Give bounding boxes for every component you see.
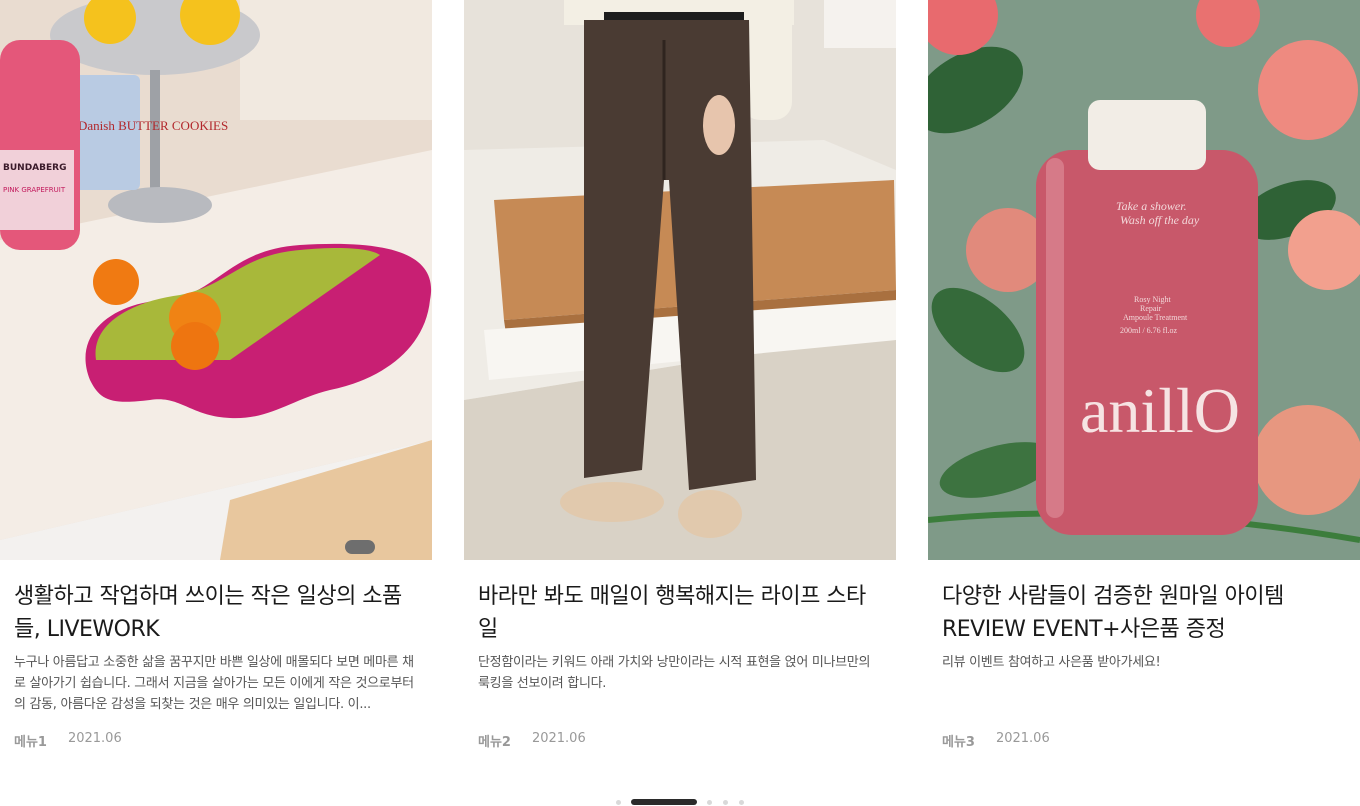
card-date: 2021.06 [531,731,586,746]
card-liveWork[interactable]: Danish BUTTER COOKIES BUNDABERG PINK GRA… [0,0,432,780]
card-description: 누구나 아름답고 소중한 삶을 꿈꾸지만 바쁜 일상에 매몰되다 보면 메마른 … [14,655,414,712]
svg-text:anillO: anillO [1080,375,1240,446]
card-meta: 메뉴2 2021.06 [478,731,882,750]
card-slider: Danish BUTTER COOKIES BUNDABERG PINK GRA… [0,0,1360,806]
card-thumbnail[interactable]: Danish BUTTER COOKIES BUNDABERG PINK GRA… [0,0,432,560]
trousers-photo [464,0,896,560]
svg-text:BUNDABERG: BUNDABERG [3,163,66,173]
svg-text:Ampoule Treatment: Ampoule Treatment [1123,313,1188,322]
card-title[interactable]: 바라만 봐도 매일이 행복해지는 라이프 스타일 [478,580,882,646]
card-menu-label: 메뉴2 [478,735,511,750]
card-date: 2021.06 [995,731,1050,746]
pagination-dot[interactable] [707,800,712,805]
card-meta: 메뉴3 2021.06 [942,731,1346,750]
card-lifestyle[interactable]: 바라만 봐도 매일이 행복해지는 라이프 스타일 단정함이라는 키워드 아래 가… [464,0,896,780]
card-title[interactable]: 다양한 사람들이 검증한 원마일 아이템 REVIEW EVENT+사은품 증정 [942,580,1346,646]
card-review-event[interactable]: Take a shower. Wash off the day Rosy Nig… [928,0,1360,780]
card-description: 단정함이라는 키워드 아래 가치와 낭만이라는 시적 표현을 얹어 미나브만의 … [478,655,871,691]
svg-text:200ml / 6.76 fl.oz: 200ml / 6.76 fl.oz [1120,326,1178,335]
slider-pagination [0,798,1360,806]
body-wash-bottle-photo: Take a shower. Wash off the day Rosy Nig… [928,0,1360,560]
svg-text:Danish BUTTER COOKIES: Danish BUTTER COOKIES [78,118,228,133]
pagination-dot[interactable] [616,800,621,805]
tufted-rug-photo: Danish BUTTER COOKIES BUNDABERG PINK GRA… [0,0,432,560]
card-date: 2021.06 [67,731,122,746]
pagination-dot[interactable] [723,800,728,805]
card-title[interactable]: 생활하고 작업하며 쓰이는 작은 일상의 소품들, LIVEWORK [14,580,418,646]
svg-text:Wash off the day: Wash off the day [1120,213,1200,227]
svg-text:Rosy Night: Rosy Night [1134,295,1171,304]
svg-text:Repair: Repair [1140,304,1162,313]
card-thumbnail[interactable] [464,0,896,560]
svg-text:PINK GRAPEFRUIT: PINK GRAPEFRUIT [3,186,66,194]
pagination-dot[interactable] [739,800,744,805]
card-menu-label: 메뉴3 [942,735,975,750]
svg-text:Take a shower.: Take a shower. [1116,199,1187,213]
card-meta: 메뉴1 2021.06 [14,731,418,750]
card-description: 리뷰 이벤트 참여하고 사은품 받아가세요! [942,655,1161,670]
pagination-dot-active[interactable] [631,799,697,805]
card-menu-label: 메뉴1 [14,735,47,750]
card-thumbnail[interactable]: Take a shower. Wash off the day Rosy Nig… [928,0,1360,560]
